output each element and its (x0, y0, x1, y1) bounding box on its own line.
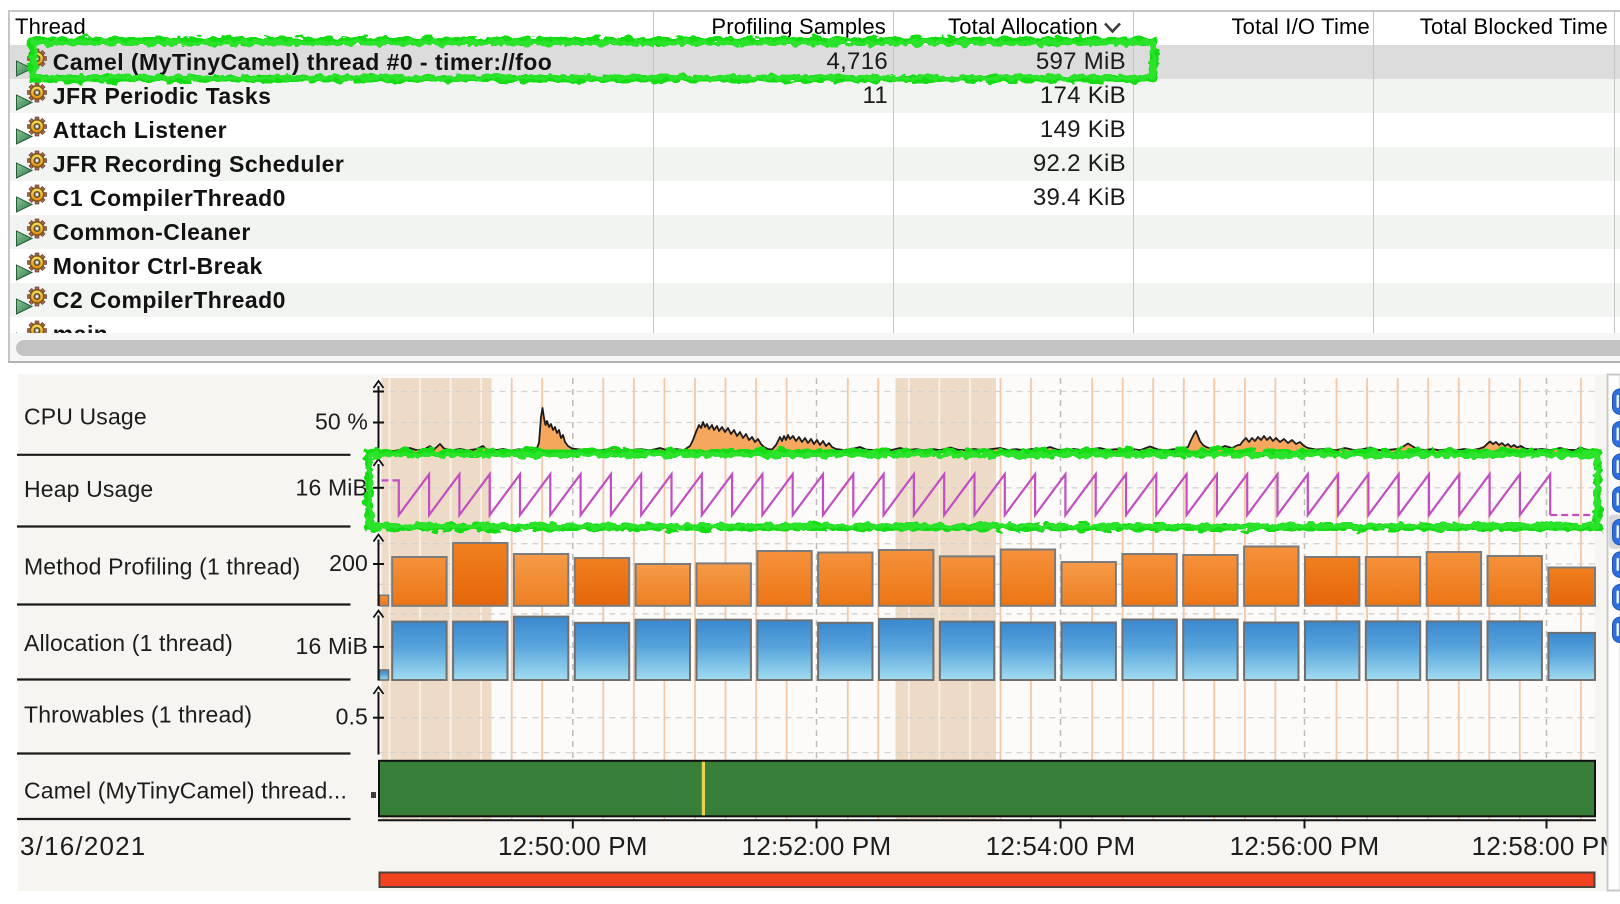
svg-text:16 MiB: 16 MiB (296, 633, 368, 659)
svg-text:3/16/2021: 3/16/2021 (20, 831, 146, 861)
svg-text:12:54:00 PM: 12:54:00 PM (986, 831, 1136, 861)
svg-text:Method Profiling (1 thread): Method Profiling (1 thread) (24, 554, 300, 580)
svg-text:12:52:00 PM: 12:52:00 PM (742, 831, 892, 861)
svg-text:Allocation (1 thread): Allocation (1 thread) (24, 630, 233, 656)
svg-text:12:58:00 PM: 12:58:00 PM (1472, 831, 1620, 861)
svg-text:50 %: 50 % (315, 409, 368, 435)
svg-text:CPU Usage: CPU Usage (24, 404, 147, 430)
svg-text:0.5: 0.5 (336, 704, 368, 730)
svg-text:16 MiB: 16 MiB (296, 475, 368, 501)
svg-text:12:56:00 PM: 12:56:00 PM (1230, 831, 1380, 861)
svg-text:Heap Usage: Heap Usage (24, 476, 153, 502)
svg-text:Throwables (1 thread): Throwables (1 thread) (24, 702, 252, 728)
svg-text:12:50:00 PM: 12:50:00 PM (498, 831, 648, 861)
svg-text:200: 200 (329, 550, 368, 576)
svg-text:Camel (MyTinyCamel) thread...: Camel (MyTinyCamel) thread... (24, 778, 347, 804)
